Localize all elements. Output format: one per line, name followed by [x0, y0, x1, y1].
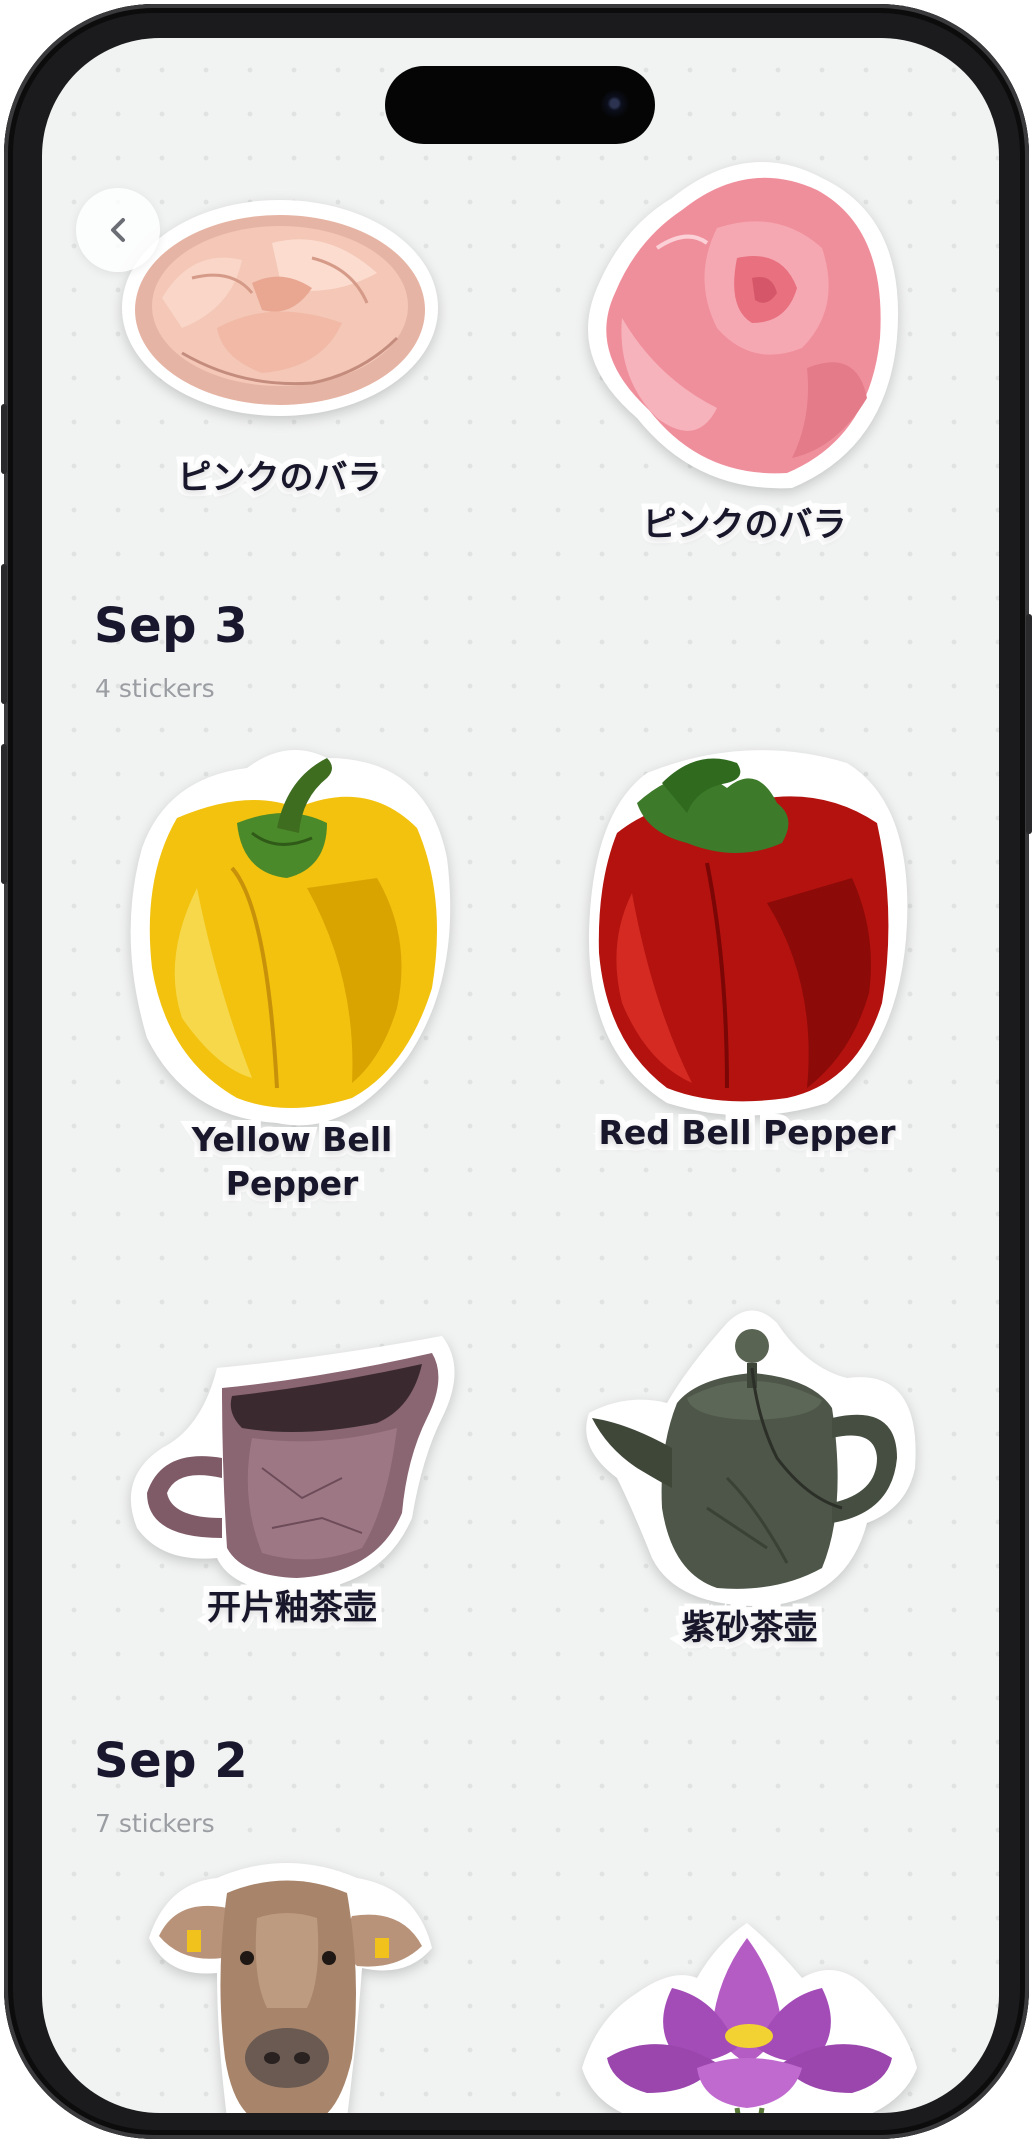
section-title: Sep 2 — [94, 1733, 249, 1789]
action-button — [1, 404, 7, 474]
sticker-label-line-1: Yellow Bell — [186, 1114, 399, 1165]
pink-carnation-image — [122, 200, 438, 416]
sticker-clay-teapot[interactable]: 紫砂茶壶 — [577, 1308, 922, 1678]
phone-frame: ピンクのバラ ピンクのバラ Sep 3 4 stickers Yellow Be… — [1, 4, 1032, 2139]
section-title: Sep 3 — [94, 598, 249, 654]
sticker-purple-lotus[interactable] — [577, 1918, 922, 2113]
screen: ピンクのバラ ピンクのバラ Sep 3 4 stickers Yellow Be… — [42, 38, 999, 2113]
sticker-label-line-2: Pepper — [220, 1158, 365, 1209]
sticker-purple-pitcher[interactable]: 开片釉茶壶 — [122, 1328, 462, 1648]
front-camera — [601, 90, 631, 120]
power-button — [1026, 614, 1032, 834]
sticker-label: Red Bell Pepper — [592, 1107, 901, 1158]
section-sticker-count: 7 stickers — [95, 1809, 215, 1838]
sticker-pink-rose[interactable]: ピンクのバラ — [577, 148, 912, 558]
pink-rose-image — [588, 162, 899, 489]
purple-lotus-image — [582, 1923, 917, 2113]
section-sticker-count: 4 stickers — [95, 674, 215, 703]
sticker-label: 开片釉茶壶 — [201, 1582, 383, 1634]
yellow-bell-pepper-image — [130, 750, 451, 1126]
chevron-left-icon — [111, 218, 125, 242]
sticker-cow[interactable] — [147, 1858, 437, 2113]
volume-up-button — [1, 564, 7, 704]
red-bell-pepper-image — [588, 750, 908, 1116]
sticker-red-bell-pepper[interactable]: Red Bell Pepper — [577, 743, 917, 1173]
clay-teapot-image — [586, 1310, 916, 1607]
back-button[interactable] — [76, 188, 160, 272]
cow-image — [149, 1863, 432, 2113]
dynamic-island — [385, 66, 655, 144]
sticker-label: 紫砂茶壶 — [676, 1602, 824, 1654]
sticker-pink-carnation[interactable]: ピンクのバラ — [122, 188, 438, 518]
sticker-yellow-bell-pepper[interactable]: Yellow Bell Pepper — [127, 738, 457, 1218]
purple-glaze-pitcher-image — [130, 1336, 455, 1593]
sticker-label: ピンクのバラ — [172, 452, 388, 504]
sticker-label: Yellow Bell Pepper — [127, 1114, 457, 1209]
sticker-label: ピンクのバラ — [637, 499, 853, 551]
volume-down-button — [1, 744, 7, 884]
